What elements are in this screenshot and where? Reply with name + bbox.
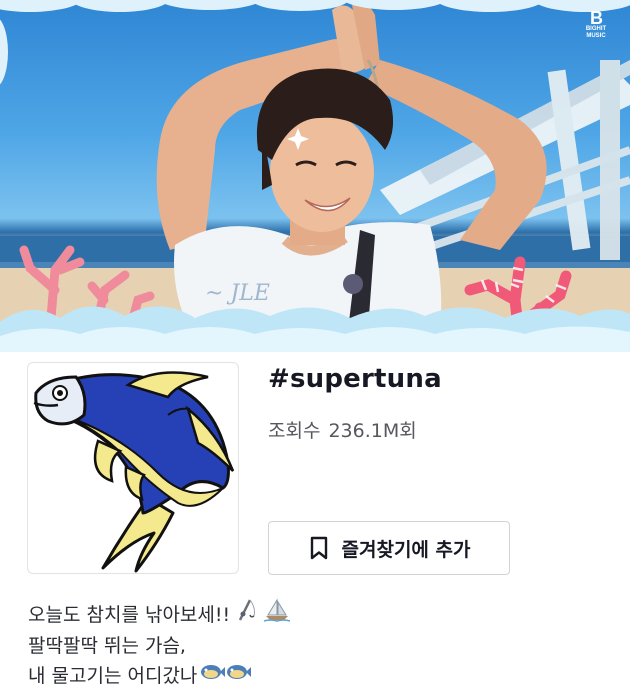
hashtag-avatar — [27, 362, 239, 574]
description-line-2: 팔딱팔딱 뛰는 가슴, — [28, 631, 618, 661]
sailboat-icon — [263, 598, 291, 631]
description-text-1: 오늘도 참치를 낚아보세!! — [28, 603, 231, 626]
description-line-3: 내 물고기는 어디갔나 — [28, 661, 618, 691]
blowfish-icon — [225, 661, 252, 691]
bighit-music-logo: B BIGHIT MUSIC — [576, 8, 616, 40]
fishing-pole-icon — [236, 598, 258, 631]
hashtag-banner: ~ JLE B BIGHIT MUSIC — [0, 0, 630, 352]
brand-word-2: MUSIC — [586, 33, 606, 39]
hashtag-description: 오늘도 참치를 낚아보세!! 팔딱팔딱 뛰는 가슴, 내 물고기는 어디갔나 — [28, 598, 618, 691]
description-text-3: 내 물고기는 어디갔나 — [28, 665, 198, 687]
hashtag-page: ~ JLE B BIGHIT MUSIC #supertuna 조회수 236.… — [0, 0, 630, 696]
description-line-1: 오늘도 참치를 낚아보세!! — [28, 598, 618, 631]
views-value: 236.1M회 — [328, 420, 417, 442]
add-to-favorites-button[interactable]: 즐겨찾기에 추가 — [268, 521, 510, 575]
tuna-fish-icon — [33, 371, 235, 573]
bookmark-icon — [308, 536, 330, 560]
description-text-2: 팔딱팔딱 뛰는 가슴, — [28, 635, 186, 657]
hashtag-title: #supertuna — [268, 364, 442, 394]
blowfish-icon — [199, 661, 226, 691]
brand-word-1: BIGHIT — [585, 26, 607, 32]
views-label: 조회수 — [268, 420, 321, 442]
brand-mark: B — [590, 8, 603, 28]
view-count: 조회수 236.1M회 — [268, 416, 417, 443]
svg-text:~ JLE: ~ JLE — [205, 281, 270, 306]
favorite-button-label: 즐겨찾기에 추가 — [341, 538, 471, 561]
top-clouds — [0, 0, 630, 12]
banner-illustration: ~ JLE — [0, 0, 630, 352]
